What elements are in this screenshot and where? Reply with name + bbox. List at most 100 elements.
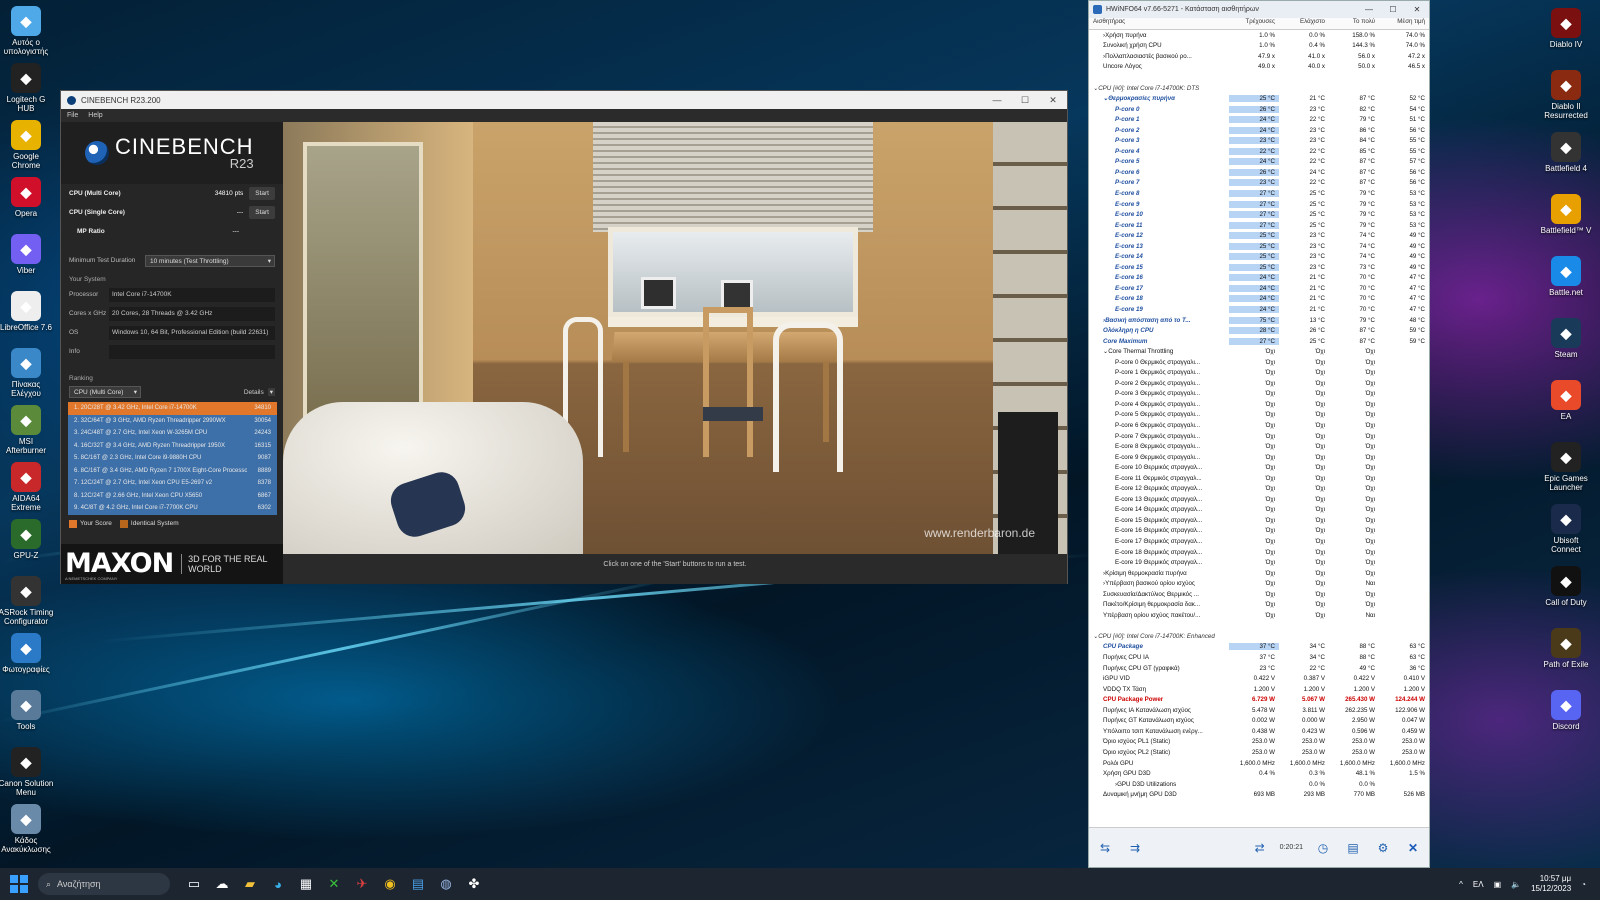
sensor-row[interactable] — [1089, 72, 1429, 83]
maximize-icon[interactable]: ☐ — [1381, 5, 1405, 14]
file-explorer-icon[interactable]: ▰ — [238, 872, 262, 896]
search-input[interactable]: Αναζήτηση — [57, 879, 100, 889]
cinebench-titlebar[interactable]: CINEBENCH R23.200 — ☐ ✕ — [61, 91, 1067, 109]
col-min[interactable]: Ελάχιστο — [1279, 18, 1329, 29]
col-avg[interactable]: Μέση τιμή — [1379, 18, 1429, 29]
desktop-shortcut[interactable]: ◆ Tools — [0, 690, 54, 731]
afterburner-taskbar-icon[interactable]: ✈ — [350, 872, 374, 896]
chrome-taskbar-icon[interactable]: ◉ — [378, 872, 402, 896]
cinebench-window[interactable]: CINEBENCH R23.200 — ☐ ✕ File Help CINEBE… — [60, 90, 1068, 584]
sensor-row[interactable]: Πακέτο/Κρίσιμη θερμοκρασία δακ... Όχι Όχι Ό… — [1089, 600, 1429, 611]
close-icon[interactable]: ✕ — [1405, 5, 1429, 14]
sensor-row[interactable]: P-core 6 26 °C 24 °C 87 °C 56 °C — [1089, 167, 1429, 178]
sensor-row[interactable]: E-core 19 Θερμικός στραγγαλ... Όχι Όχι Όχι — [1089, 557, 1429, 568]
sensor-row[interactable]: Uncore Λόγος 49.0 x 40.0 x 50.0 x 46.5 x — [1089, 62, 1429, 73]
sensor-row[interactable]: E-core 13 Θερμικός στραγγαλ... Όχι Όχι Όχι — [1089, 494, 1429, 505]
desktop-shortcut[interactable]: ◆ Call of Duty — [1538, 566, 1594, 607]
desktop-shortcut[interactable]: ◆ Discord — [1538, 690, 1594, 731]
desktop-shortcut[interactable]: ◆ AIDA64 Extreme — [0, 462, 54, 512]
sensor-row[interactable]: E-core 10 Θερμικός στραγγαλ... Όχι Όχι Όχι — [1089, 462, 1429, 473]
sensor-row[interactable]: E-core 14 Θερμικός στραγγαλ... Όχι Όχι Όχι — [1089, 505, 1429, 516]
sensor-row[interactable]: Δυναμική μνήμη GPU D3D 693 MB 293 MB 770 MB… — [1089, 789, 1429, 800]
minimize-icon[interactable]: — — [1357, 5, 1381, 14]
minimize-icon[interactable]: — — [983, 95, 1011, 106]
sensor-row[interactable]: E-core 12 Θερμικός στραγγαλ... Όχι Όχι Όχι — [1089, 484, 1429, 495]
sensor-row[interactable]: P-core 4 Θερμικός στραγγαλι... Όχι Όχι Όχι — [1089, 399, 1429, 410]
ranking-item[interactable]: 4. 16C/32T @ 3.4 GHz, AMD Ryzen Threadri… — [68, 439, 277, 452]
sensor-row[interactable]: Συσκευασία/Δακτύλιος Θερμικός ... Όχι Όχι Ό… — [1089, 589, 1429, 600]
ranking-item[interactable]: 9. 4C/8T @ 4.2 GHz, Intel Core i7-7700K … — [68, 502, 277, 515]
hwinfo-titlebar[interactable]: HWiNFO64 v7.66-5271 - Κατάσταση αισθητήρ… — [1089, 1, 1429, 18]
volume-icon[interactable]: 🔈 — [1511, 880, 1521, 889]
chevron-down-icon[interactable]: ▾ — [267, 388, 275, 396]
desktop-shortcut[interactable]: ◆ Battlefield™ V — [1538, 194, 1594, 235]
close-icon[interactable]: ✕ — [1039, 95, 1067, 106]
store-icon[interactable]: ▦ — [294, 872, 318, 896]
sensor-row[interactable]: E-core 14 25 °C 23 °C 74 °C 49 °C — [1089, 251, 1429, 262]
maximize-icon[interactable]: ☐ — [1011, 95, 1039, 106]
sensor-row[interactable]: P-core 5 Θερμικός στραγγαλι... Όχι Όχι Όχι — [1089, 410, 1429, 421]
close-icon[interactable]: ✕ — [1403, 838, 1423, 858]
sensor-row[interactable]: P-core 1 24 °C 22 °C 79 °C 51 °C — [1089, 114, 1429, 125]
render-viewport[interactable]: www.renderbaron.de — [283, 122, 1067, 554]
sensor-row[interactable]: Συνολική χρήση CPU 1.0 % 0.4 % 144.3 % 74.0 … — [1089, 41, 1429, 52]
sensor-row[interactable]: Όριο ισχύος PL1 (Static) 253.0 W 253.0 W 25… — [1089, 737, 1429, 748]
desktop-shortcut[interactable]: ◆ Viber — [0, 234, 54, 275]
sensor-row[interactable]: E-core 18 24 °C 21 °C 70 °C 47 °C — [1089, 294, 1429, 305]
sensor-row[interactable]: CPU Package 37 °C 34 °C 88 °C 63 °C — [1089, 642, 1429, 653]
hwinfo-taskbar-icon[interactable]: ▤ — [406, 872, 430, 896]
report-icon[interactable]: ▤ — [1343, 838, 1363, 858]
desktop-shortcut[interactable]: ◆ Αυτός ο υπολογιστής — [0, 6, 54, 56]
sensor-row[interactable]: Πυρήνες CPU GT (γραφικά) 23 °C 22 °C 49 °C 3… — [1089, 663, 1429, 674]
ranking-select[interactable]: CPU (Multi Core) ▾ — [69, 386, 141, 398]
sensor-row[interactable]: Χρήση GPU D3D 0.4 % 0.3 % 48.1 % 1.5 % — [1089, 768, 1429, 779]
sensor-row[interactable]: iGPU VID 0.422 V 0.387 V 0.422 V 0.410 V — [1089, 673, 1429, 684]
sensor-row[interactable]: Core Maximum 27 °C 25 °C 87 °C 59 °C — [1089, 336, 1429, 347]
single-core-start-button[interactable]: Start — [249, 206, 275, 219]
desktop-shortcut[interactable]: ◆ ASRock Timing Configurator — [0, 576, 54, 626]
ranking-item[interactable]: 3. 24C/48T @ 2.7 GHz, Intel Xeon W-3265M… — [68, 427, 277, 440]
notification-icon[interactable]: ◔ — [1581, 880, 1586, 889]
sensor-row[interactable]: Πυρήνες CPU IA 37 °C 34 °C 88 °C 63 °C — [1089, 652, 1429, 663]
language-indicator[interactable]: ΕΛ — [1473, 880, 1484, 889]
sensor-row[interactable]: E-core 11 27 °C 25 °C 79 °C 53 °C — [1089, 220, 1429, 231]
ranking-item[interactable]: 2. 32C/64T @ 3 GHz, AMD Ryzen Threadripp… — [68, 414, 277, 427]
xbox-icon[interactable]: ✕ — [322, 872, 346, 896]
sensor-row[interactable]: › Βασική απόσταση από το T... 75 °C 13 °C 7… — [1089, 315, 1429, 326]
details-button[interactable]: Details — [244, 389, 264, 396]
sensor-row[interactable]: ⌄ Θερμοκρασίες πυρήνα 25 °C 21 °C 87 °C 52 °… — [1089, 93, 1429, 104]
sensor-row[interactable]: P-core 0 Θερμικός στραγγαλι... Όχι Όχι Όχι — [1089, 357, 1429, 368]
sensor-row[interactable]: E-core 18 Θερμικός στραγγαλ... Όχι Όχι Όχι — [1089, 547, 1429, 558]
desktop-shortcut[interactable]: ◆ Diablo IV — [1538, 8, 1594, 49]
clock[interactable]: 10:57 μμ 15/12/2023 — [1531, 874, 1571, 894]
sensor-row[interactable]: E-core 17 Θερμικός στραγγαλ... Όχι Όχι Όχι — [1089, 536, 1429, 547]
sensor-row[interactable]: › GPU D3D Utilizations 0.0 % 0.0 % — [1089, 779, 1429, 790]
desktop-shortcut[interactable]: ◆ Steam — [1538, 318, 1594, 359]
network-icon[interactable]: ▣ — [1494, 880, 1502, 889]
desktop-shortcut[interactable]: ◆ Diablo II Resurrected — [1538, 70, 1594, 120]
desktop-shortcut[interactable]: ◆ Κάδος Ανακύκλωσης — [0, 804, 54, 854]
multi-core-start-button[interactable]: Start — [249, 187, 275, 200]
ranking-list[interactable]: 1. 20C/28T @ 3.42 GHz, Intel Core i7-147… — [61, 402, 283, 515]
desktop-shortcut[interactable]: ◆ Φωτογραφίες — [0, 633, 54, 674]
app-taskbar-icon[interactable]: ✤ — [462, 872, 486, 896]
sensor-row[interactable]: P-core 3 23 °C 23 °C 84 °C 55 °C — [1089, 135, 1429, 146]
gear-icon[interactable]: ⚙ — [1373, 838, 1393, 858]
sensor-row[interactable]: E-core 12 25 °C 23 °C 74 °C 49 °C — [1089, 230, 1429, 241]
sensor-row[interactable]: E-core 8 27 °C 25 °C 79 °C 53 °C — [1089, 188, 1429, 199]
sensor-row[interactable]: E-core 13 25 °C 23 °C 74 °C 49 °C — [1089, 241, 1429, 252]
sensor-row[interactable]: P-core 0 26 °C 23 °C 82 °C 54 °C — [1089, 104, 1429, 115]
sensor-row[interactable]: › Υπέρβαση βασικού ορίου ισχύος Όχι Όχι Ναι — [1089, 578, 1429, 589]
sensor-row[interactable]: › Χρήση πυρήνα 1.0 % 0.0 % 158.0 % 74.0 % — [1089, 30, 1429, 41]
sensor-row[interactable]: P-core 2 Θερμικός στραγγαλι... Όχι Όχι Όχι — [1089, 378, 1429, 389]
sensor-row[interactable]: Ολόκληρη η CPU 28 °C 26 °C 87 °C 59 °C — [1089, 325, 1429, 336]
desktop-shortcut[interactable]: ◆ Opera — [0, 177, 54, 218]
sensor-row[interactable]: P-core 7 23 °C 22 °C 87 °C 56 °C — [1089, 178, 1429, 189]
desktop-shortcut[interactable]: ◆ Google Chrome — [0, 120, 54, 170]
sensor-row[interactable]: E-core 8 Θερμικός στραγγαλι... Όχι Όχι Όχι — [1089, 441, 1429, 452]
sensor-row[interactable]: Πυρήνες GT Κατανάλωση ισχύος 0.002 W 0.000… — [1089, 716, 1429, 727]
sensor-row[interactable]: E-core 15 25 °C 23 °C 73 °C 49 °C — [1089, 262, 1429, 273]
ranking-item[interactable]: 5. 8C/16T @ 2.3 GHz, Intel Core i9-9880H… — [68, 452, 277, 465]
desktop-shortcut[interactable]: ◆ Battle.net — [1538, 256, 1594, 297]
sensor-row[interactable]: Όριο ισχύος PL2 (Static) 253.0 W 253.0 W 25… — [1089, 747, 1429, 758]
